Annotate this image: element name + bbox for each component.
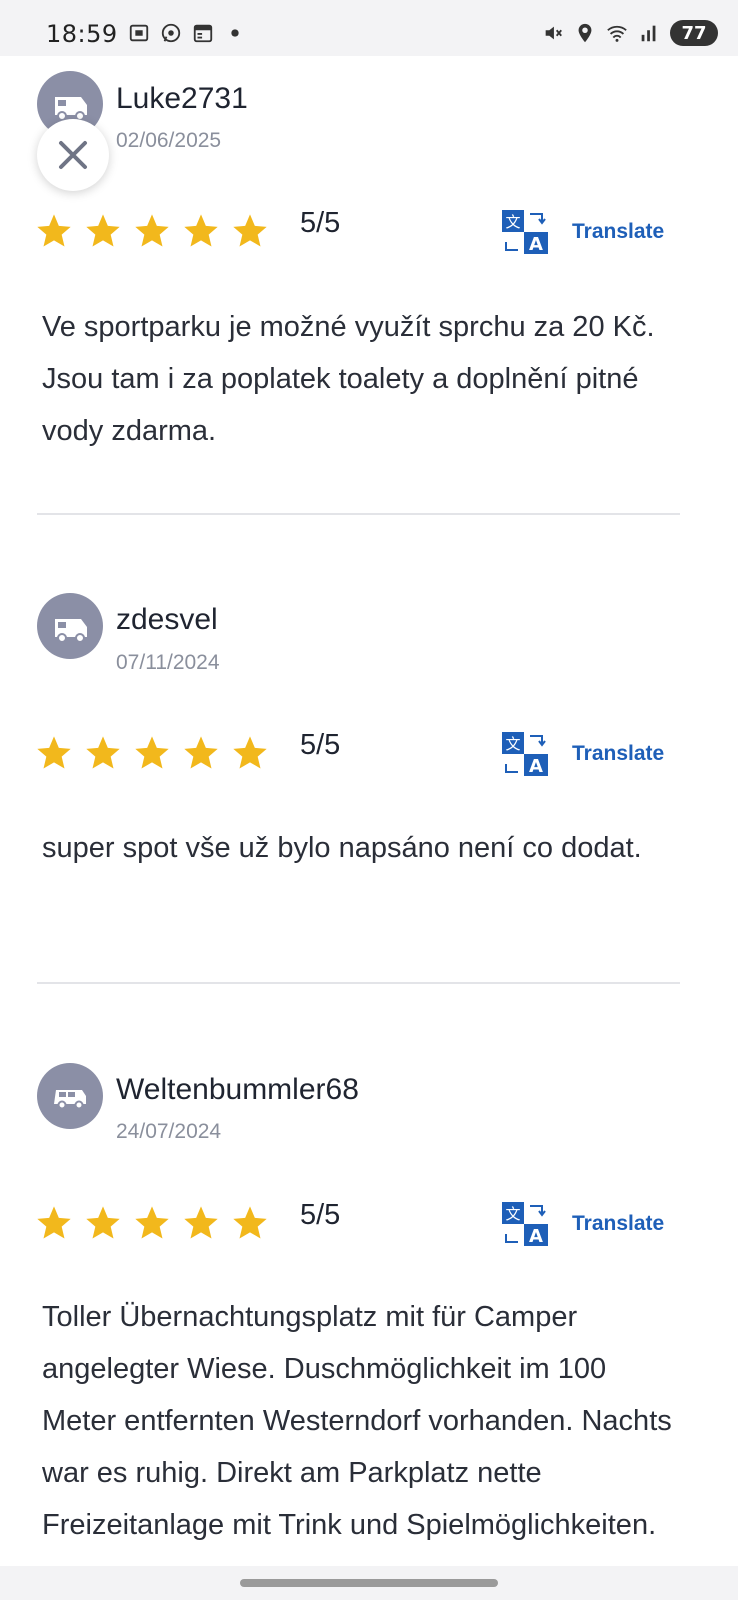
divider	[37, 513, 680, 515]
avatar	[37, 1063, 103, 1129]
svg-text:A: A	[529, 234, 543, 255]
signal-icon	[641, 25, 656, 42]
svg-text:文: 文	[505, 735, 520, 753]
close-icon	[59, 141, 87, 169]
star-icon	[233, 1206, 267, 1239]
screenshot-icon	[129, 24, 149, 42]
star-icon	[135, 214, 169, 247]
star-icon	[37, 736, 71, 769]
rating-value: 5/5	[300, 1199, 341, 1231]
translate-button[interactable]: 文 A Translate	[500, 208, 664, 256]
translate-icon: 文 A	[502, 1202, 548, 1247]
svg-text:文: 文	[505, 1205, 520, 1223]
review-username: Luke2731	[116, 82, 248, 115]
status-left-icons	[128, 22, 246, 44]
star-icon	[86, 736, 120, 769]
star-rating	[34, 1203, 270, 1243]
star-icon	[86, 214, 120, 247]
svg-text:A: A	[529, 756, 543, 777]
camper-icon	[55, 619, 87, 643]
dot-icon	[231, 29, 239, 37]
star-icon	[184, 214, 218, 247]
divider	[37, 982, 680, 984]
translate-label: Translate	[572, 742, 665, 765]
status-time: 18:59	[46, 20, 118, 48]
review-date: 24/07/2024	[116, 1120, 222, 1143]
translate-icon: 文 A	[502, 732, 548, 777]
star-icon	[184, 1206, 218, 1239]
calendar-icon	[193, 24, 213, 43]
review-date: 07/11/2024	[116, 651, 220, 674]
review-date: 02/06/2025	[116, 129, 222, 152]
rating-value: 5/5	[300, 729, 341, 761]
star-icon	[184, 736, 218, 769]
review-username: zdesvel	[116, 603, 218, 636]
review-text: Toller Übernachtungsplatz mit für Camper…	[42, 1301, 672, 1541]
review-text: super spot vše už bylo napsáno není co d…	[42, 832, 642, 864]
review-username: Weltenbummler68	[116, 1073, 359, 1106]
translate-button[interactable]: 文 A Translate	[500, 1200, 664, 1248]
status-right-icons: 77	[542, 20, 718, 46]
gesture-handle[interactable]	[240, 1579, 498, 1587]
rating-value: 5/5	[300, 207, 341, 239]
status-bar: 18:59 77	[0, 0, 738, 56]
star-rating	[34, 733, 270, 773]
star-icon	[233, 214, 267, 247]
star-icon	[233, 736, 267, 769]
wifi-icon	[607, 25, 627, 42]
translate-label: Translate	[572, 1212, 665, 1235]
star-rating	[34, 211, 270, 251]
star-icon	[86, 1206, 120, 1239]
star-icon	[37, 214, 71, 247]
translate-label: Translate	[572, 220, 665, 243]
battery-indicator: 77	[670, 20, 718, 46]
mute-icon	[545, 26, 562, 40]
avatar	[37, 593, 103, 659]
close-button[interactable]	[37, 119, 109, 191]
translate-button[interactable]: 文 A Translate	[500, 730, 664, 778]
svg-text:文: 文	[505, 213, 520, 231]
translate-icon: 文 A	[502, 210, 548, 255]
svg-text:A: A	[529, 1226, 543, 1247]
location-icon	[578, 23, 592, 43]
review-text: Ve sportparku je možné využít sprchu za …	[42, 311, 655, 447]
star-icon	[37, 1206, 71, 1239]
whatsapp-icon	[161, 23, 181, 43]
van-icon	[54, 1090, 86, 1110]
navigation-bar	[0, 1566, 738, 1600]
star-icon	[135, 736, 169, 769]
star-icon	[135, 1206, 169, 1239]
